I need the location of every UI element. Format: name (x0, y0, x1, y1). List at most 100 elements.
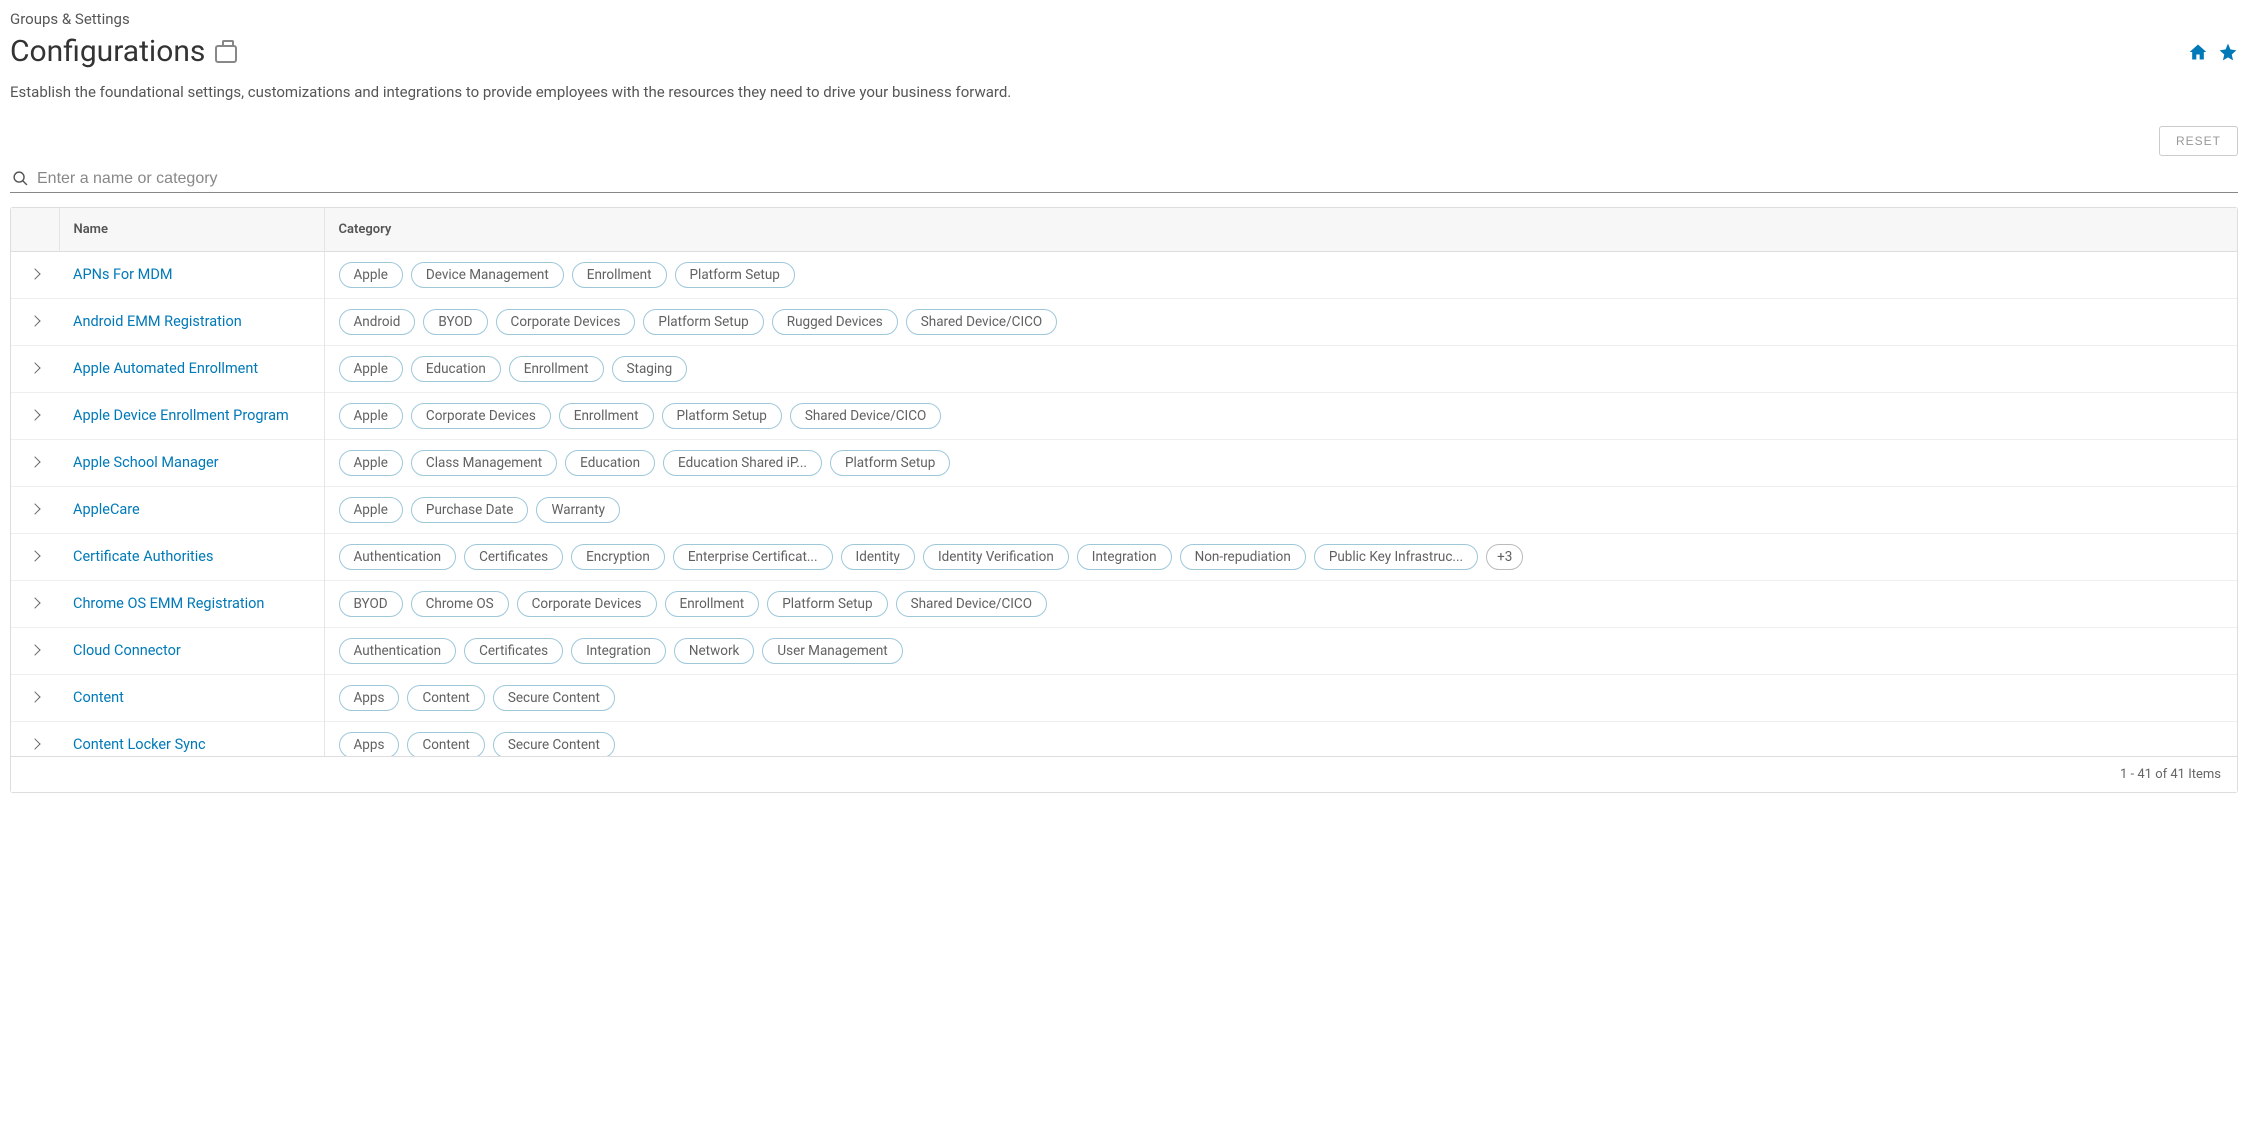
page-title: Configurations (10, 34, 205, 69)
table-row: Chrome OS EMM Registration BYOD Chrome OS C… (11, 580, 2237, 627)
chevron-right-icon[interactable] (29, 315, 40, 326)
config-name-link[interactable]: Apple School Manager (73, 450, 219, 471)
category-tag[interactable]: Rugged Devices (772, 309, 898, 335)
config-name-link[interactable]: Content (73, 685, 124, 706)
chevron-right-icon[interactable] (29, 738, 40, 749)
configurations-table: Name Category APNs For MDM Apple Device Ma… (11, 208, 2237, 756)
config-name-link[interactable]: Certificate Authorities (73, 544, 213, 565)
category-tag[interactable]: Apple (339, 262, 403, 288)
category-tag[interactable]: Public Key Infrastruc... (1314, 544, 1478, 570)
category-tag[interactable]: Authentication (339, 544, 457, 570)
chevron-right-icon[interactable] (29, 503, 40, 514)
category-tag[interactable]: Platform Setup (675, 262, 795, 288)
category-tag[interactable]: Warranty (536, 497, 620, 523)
category-tag[interactable]: User Management (762, 638, 902, 664)
config-name-link[interactable]: Chrome OS EMM Registration (73, 591, 264, 612)
category-tag[interactable]: Apps (339, 732, 400, 756)
column-category[interactable]: Category (324, 208, 2237, 252)
category-tag[interactable]: Education Shared iP... (663, 450, 822, 476)
config-name-link[interactable]: Content Locker Sync (73, 732, 206, 753)
category-tag[interactable]: Shared Device/CICO (896, 591, 1047, 617)
category-tag[interactable]: Enrollment (509, 356, 604, 382)
category-tag[interactable]: Enrollment (665, 591, 760, 617)
config-name-link[interactable]: APNs For MDM (73, 262, 173, 283)
table-row: Certificate Authorities Authentication Cer… (11, 533, 2237, 580)
more-tags-button[interactable]: +3 (1486, 544, 1523, 570)
chevron-right-icon[interactable] (29, 268, 40, 279)
category-tag[interactable]: Integration (571, 638, 666, 664)
category-tag[interactable]: Device Management (411, 262, 564, 288)
category-tag[interactable]: Apple (339, 356, 403, 382)
chevron-right-icon[interactable] (29, 644, 40, 655)
category-tag[interactable]: Shared Device/CICO (790, 403, 941, 429)
table-row: Apple School Manager Apple Class Managemen… (11, 439, 2237, 486)
category-tag[interactable]: Shared Device/CICO (906, 309, 1057, 335)
chevron-right-icon[interactable] (29, 362, 40, 373)
suitcase-icon (215, 45, 237, 63)
category-tag[interactable]: Corporate Devices (517, 591, 657, 617)
table-row: APNs For MDM Apple Device Management Enroll… (11, 251, 2237, 298)
table-row: AppleCare Apple Purchase Date Warranty (11, 486, 2237, 533)
chevron-right-icon[interactable] (29, 456, 40, 467)
table-row: Apple Device Enrollment Program Apple Corp… (11, 392, 2237, 439)
category-tag[interactable]: Purchase Date (411, 497, 529, 523)
category-tag[interactable]: Enrollment (572, 262, 667, 288)
home-icon[interactable] (2188, 42, 2208, 62)
category-tag[interactable]: BYOD (423, 309, 487, 335)
category-tag[interactable]: Secure Content (493, 732, 615, 756)
search-icon (12, 170, 29, 187)
category-tag[interactable]: Non-repudiation (1180, 544, 1306, 570)
reset-button[interactable]: RESET (2159, 126, 2238, 156)
category-tag[interactable]: Staging (612, 356, 688, 382)
table-row: Apple Automated Enrollment Apple Education… (11, 345, 2237, 392)
config-name-link[interactable]: Apple Device Enrollment Program (73, 403, 289, 424)
category-tag[interactable]: Platform Setup (662, 403, 782, 429)
page-description: Establish the foundational settings, cus… (10, 81, 2238, 104)
column-expand (11, 208, 59, 252)
star-icon[interactable] (2218, 42, 2238, 62)
category-tag[interactable]: Identity Verification (923, 544, 1069, 570)
category-tag[interactable]: Enrollment (559, 403, 654, 429)
config-name-link[interactable]: Apple Automated Enrollment (73, 356, 258, 377)
category-tag[interactable]: Class Management (411, 450, 557, 476)
column-name[interactable]: Name (59, 208, 324, 252)
category-tag[interactable]: Authentication (339, 638, 457, 664)
category-tag[interactable]: Network (674, 638, 754, 664)
category-tag[interactable]: Encryption (571, 544, 665, 570)
category-tag[interactable]: Platform Setup (830, 450, 950, 476)
chevron-right-icon[interactable] (29, 409, 40, 420)
chevron-right-icon[interactable] (29, 691, 40, 702)
category-tag[interactable]: Education (411, 356, 501, 382)
category-tag[interactable]: Chrome OS (411, 591, 509, 617)
category-tag[interactable]: Certificates (464, 544, 563, 570)
config-name-link[interactable]: AppleCare (73, 497, 140, 518)
category-tag[interactable]: Android (339, 309, 416, 335)
category-tag[interactable]: Certificates (464, 638, 563, 664)
config-name-link[interactable]: Cloud Connector (73, 638, 181, 659)
category-tag[interactable]: Corporate Devices (411, 403, 551, 429)
category-tag[interactable]: Platform Setup (767, 591, 887, 617)
category-tag[interactable]: Integration (1077, 544, 1172, 570)
category-tag[interactable]: Apple (339, 450, 403, 476)
category-tag[interactable]: Identity (841, 544, 915, 570)
table-footer: 1 - 41 of 41 Items (11, 756, 2237, 792)
table-row: Content Locker Sync Apps Content Secure Con… (11, 721, 2237, 756)
chevron-right-icon[interactable] (29, 550, 40, 561)
search-input[interactable] (37, 170, 2238, 188)
category-tag[interactable]: Enterprise Certificat... (673, 544, 833, 570)
category-tag[interactable]: Apple (339, 403, 403, 429)
category-tag[interactable]: BYOD (339, 591, 403, 617)
category-tag[interactable]: Apps (339, 685, 400, 711)
category-tag[interactable]: Education (565, 450, 655, 476)
config-name-link[interactable]: Android EMM Registration (73, 309, 242, 330)
category-tag[interactable]: Secure Content (493, 685, 615, 711)
category-tag[interactable]: Content (407, 685, 484, 711)
table-row: Content Apps Content Secure Content (11, 674, 2237, 721)
breadcrumb: Groups & Settings (10, 10, 2238, 28)
chevron-right-icon[interactable] (29, 597, 40, 608)
category-tag[interactable]: Apple (339, 497, 403, 523)
search-bar[interactable] (10, 166, 2238, 193)
category-tag[interactable]: Corporate Devices (496, 309, 636, 335)
category-tag[interactable]: Platform Setup (643, 309, 763, 335)
category-tag[interactable]: Content (407, 732, 484, 756)
